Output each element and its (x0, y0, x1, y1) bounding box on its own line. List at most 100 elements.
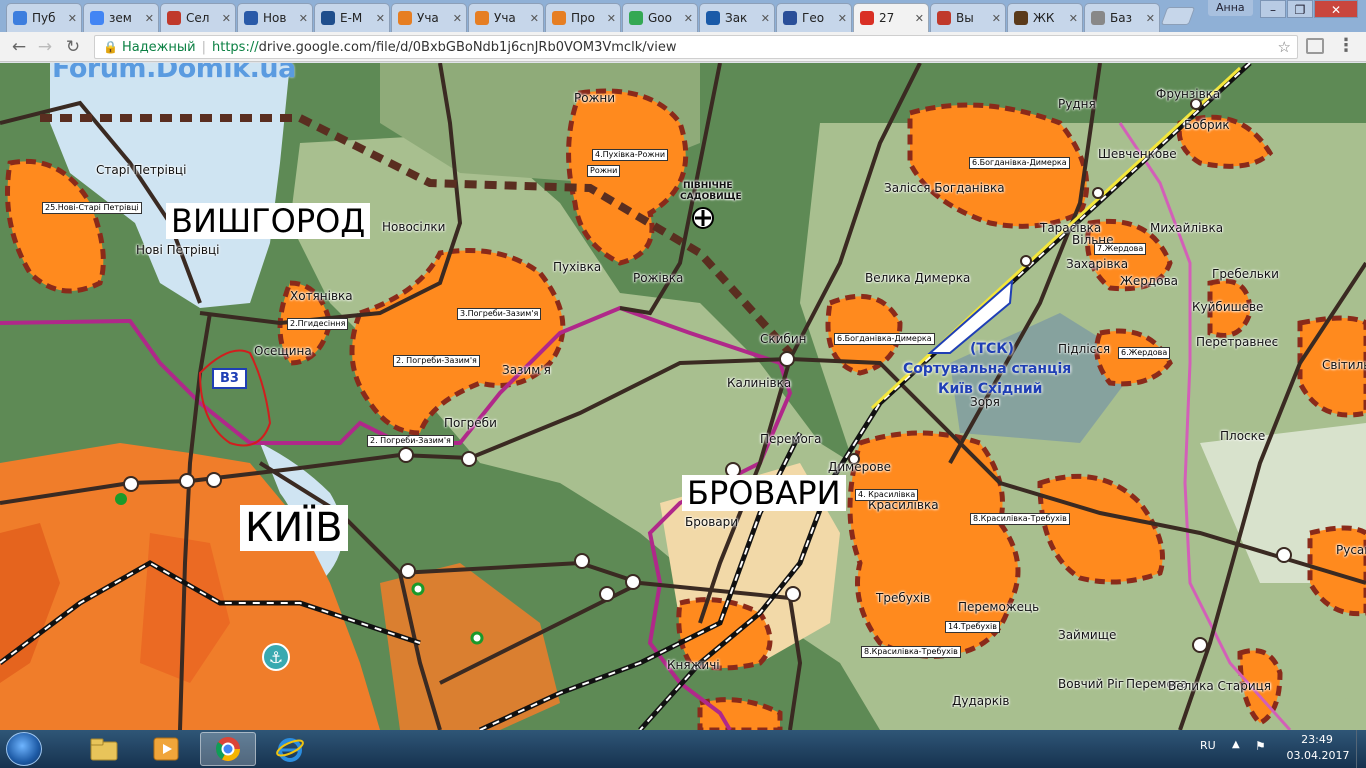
tray-expand-icon[interactable]: ▲ (1232, 739, 1240, 750)
explorer-icon[interactable] (76, 732, 132, 766)
url-text: drive.google.com/file/d/0BxbGBoNdb1j6cnJ… (258, 40, 677, 55)
settlement-label: Плоске (1220, 429, 1266, 443)
lock-icon: 🔒 (103, 40, 118, 54)
zone-label: 14.Требухів (945, 621, 1000, 633)
tab-favicon-icon (937, 11, 951, 25)
settlement-label: Зоря (970, 395, 1000, 409)
map-viewer[interactable]: ⚓ ВИШГОРОД КИЇВ БРОВАРИ В3 (ТСК) Сортувальна … (0, 63, 1366, 730)
tab-label: Гео (802, 11, 825, 25)
new-tab-button[interactable] (1160, 7, 1196, 25)
browser-tab[interactable]: ЖК ✕ (1007, 3, 1083, 32)
settlement-label: Княжичі (667, 658, 720, 672)
map-canvas[interactable]: ⚓ (0, 63, 1366, 730)
tab-close-icon[interactable]: ✕ (68, 12, 77, 25)
show-desktop-button[interactable] (1356, 730, 1366, 768)
browser-tab[interactable]: Зак ✕ (699, 3, 775, 32)
browser-tab[interactable]: Гео ✕ (776, 3, 852, 32)
settlement-label: Підлісся (1058, 342, 1111, 356)
browser-tab[interactable]: Про ✕ (545, 3, 621, 32)
security-label: Надежный (121, 40, 196, 55)
tab-label: ЖК (1033, 11, 1055, 25)
settlement-label: Нові Петрівці (136, 243, 220, 257)
zone-label: Рожни (587, 165, 621, 177)
url-scheme: https:// (212, 40, 259, 55)
chrome-icon[interactable] (200, 732, 256, 766)
zone-label: 6.Жердова (1118, 347, 1171, 359)
clock-date[interactable]: 03.04.2017 (1286, 749, 1350, 762)
settlement-label: Погреби (444, 416, 497, 430)
browser-tab[interactable]: Уча ✕ (391, 3, 467, 32)
forward-arrow-icon[interactable]: → (34, 36, 56, 58)
browser-tab[interactable]: Goo ✕ (622, 3, 698, 32)
tab-close-icon[interactable]: ✕ (684, 12, 693, 25)
start-button-icon[interactable] (6, 732, 42, 766)
tab-close-icon[interactable]: ✕ (376, 12, 385, 25)
tab-close-icon[interactable]: ✕ (222, 12, 231, 25)
browser-tab[interactable]: зем ✕ (83, 3, 159, 32)
zone-label: 7.Жердова (1094, 243, 1147, 255)
city-label-brovary: БРОВАРИ (682, 475, 846, 511)
tab-label: Goo (648, 11, 672, 25)
cast-icon[interactable] (1306, 38, 1324, 54)
browser-tab[interactable]: Нов ✕ (237, 3, 313, 32)
action-center-flag-icon[interactable]: ⚑ (1255, 739, 1266, 753)
media-player-icon[interactable] (138, 732, 194, 766)
settlement-label: Рожівка (633, 271, 684, 285)
settlement-label: Шевченкове (1098, 147, 1177, 161)
tab-label: Уча (417, 11, 439, 25)
settlement-label: Вовчий Ріг (1058, 677, 1125, 691)
tab-close-icon[interactable]: ✕ (145, 12, 154, 25)
minimize-button[interactable]: – (1260, 0, 1286, 18)
settlement-label: Займище (1058, 628, 1117, 642)
tab-favicon-icon (629, 11, 643, 25)
close-window-button[interactable]: ✕ (1314, 0, 1358, 18)
language-indicator[interactable]: RU (1200, 739, 1216, 752)
menu-icon[interactable]: ⋮ (1336, 36, 1356, 58)
browser-tab[interactable]: E-M ✕ (314, 3, 390, 32)
tab-favicon-icon (244, 11, 258, 25)
tab-close-icon[interactable]: ✕ (453, 12, 462, 25)
settlement-label: ПІВНІЧНЕ (683, 181, 733, 191)
browser-tab[interactable]: Баз ✕ (1084, 3, 1160, 32)
zone-label: 6.Богданівка-Димерка (969, 157, 1070, 169)
zone-label: 4. Красилівка (855, 489, 919, 501)
settlement-label: Русанів (1336, 543, 1366, 557)
tab-close-icon[interactable]: ✕ (1146, 12, 1155, 25)
tab-close-icon[interactable]: ✕ (992, 12, 1001, 25)
tab-favicon-icon (321, 11, 335, 25)
tab-close-icon[interactable]: ✕ (761, 12, 770, 25)
tab-close-icon[interactable]: ✕ (607, 12, 616, 25)
tab-label: Про (571, 11, 595, 25)
back-arrow-icon[interactable]: ← (8, 36, 30, 58)
restore-button[interactable]: ❐ (1287, 0, 1313, 18)
browser-tab[interactable]: Уча ✕ (468, 3, 544, 32)
tab-label: зем (109, 11, 132, 25)
tab-favicon-icon (90, 11, 104, 25)
tab-close-icon[interactable]: ✕ (915, 12, 924, 25)
metro-station-marker (115, 493, 127, 505)
windows-taskbar: RU ▲ ⚑ 23:49 03.04.2017 (0, 730, 1366, 768)
zone-label: 2. Погреби-Зазим'я (367, 435, 454, 447)
clock-time[interactable]: 23:49 (1295, 733, 1339, 746)
tab-close-icon[interactable]: ✕ (299, 12, 308, 25)
browser-tab[interactable]: Вы ✕ (930, 3, 1006, 32)
profile-button[interactable]: Анна (1208, 0, 1253, 16)
star-icon[interactable]: ☆ (1278, 36, 1291, 58)
tab-close-icon[interactable]: ✕ (1069, 12, 1078, 25)
reload-icon[interactable]: ↻ (62, 36, 84, 58)
tab-favicon-icon (783, 11, 797, 25)
settlement-label: Рожни (574, 91, 616, 105)
address-bar[interactable]: 🔒 Надежный | https://drive.google.com/file/… (94, 35, 1298, 59)
tab-close-icon[interactable]: ✕ (530, 12, 539, 25)
settlement-label: Велика Стариця (1168, 679, 1272, 693)
tab-label: Баз (1110, 11, 1132, 25)
browser-tab[interactable]: Пуб ✕ (6, 3, 82, 32)
browser-tab[interactable]: Сел ✕ (160, 3, 236, 32)
settlement-label: Перетравнеє (1196, 335, 1279, 349)
browser-tab[interactable]: 27 ✕ (853, 3, 929, 32)
tab-close-icon[interactable]: ✕ (838, 12, 847, 25)
settlement-label: Рудня (1058, 97, 1096, 111)
internet-explorer-icon[interactable] (262, 732, 318, 766)
tab-favicon-icon (475, 11, 489, 25)
zone-label: 2. Погреби-Зазим'я (393, 355, 480, 367)
